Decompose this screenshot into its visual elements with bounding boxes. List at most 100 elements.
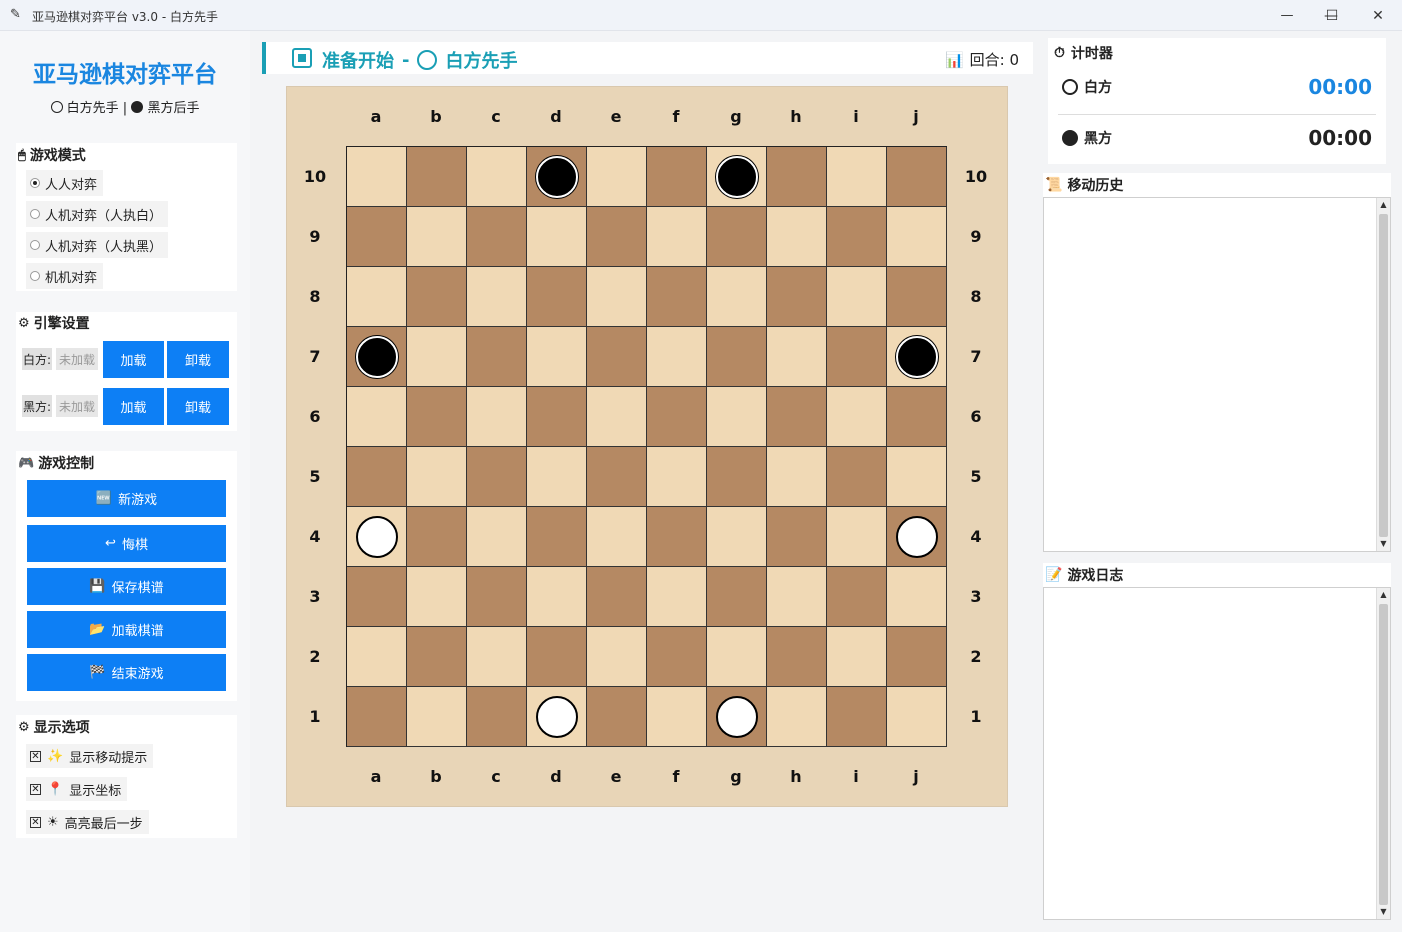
scroll-down-icon[interactable]: ▼ xyxy=(1377,905,1390,919)
board-square-f3[interactable] xyxy=(647,567,707,627)
board-square-h6[interactable] xyxy=(767,387,827,447)
board-square-c10[interactable] xyxy=(467,147,527,207)
option-show-hints[interactable]: ✕ ✨ 显示移动提示 xyxy=(26,744,154,768)
board-square-a5[interactable] xyxy=(347,447,407,507)
board-square-c9[interactable] xyxy=(467,207,527,267)
board-square-f1[interactable] xyxy=(647,687,707,747)
board-square-g3[interactable] xyxy=(707,567,767,627)
board-square-i6[interactable] xyxy=(827,387,887,447)
board-square-c8[interactable] xyxy=(467,267,527,327)
board-square-i10[interactable] xyxy=(827,147,887,207)
white-amazon-piece[interactable] xyxy=(896,516,938,558)
board-square-a9[interactable] xyxy=(347,207,407,267)
board-square-b9[interactable] xyxy=(407,207,467,267)
board-square-e6[interactable] xyxy=(587,387,647,447)
board-square-h9[interactable] xyxy=(767,207,827,267)
board-square-g2[interactable] xyxy=(707,627,767,687)
board-square-j6[interactable] xyxy=(887,387,947,447)
board-square-d9[interactable] xyxy=(527,207,587,267)
radio-eve[interactable] xyxy=(30,271,40,281)
option-highlight-last[interactable]: ✕ ☀ 高亮最后一步 xyxy=(26,810,149,834)
history-scrollbar[interactable]: ▲ ▼ xyxy=(1376,198,1390,551)
board-square-f5[interactable] xyxy=(647,447,707,507)
board-square-h10[interactable] xyxy=(767,147,827,207)
board-square-c1[interactable] xyxy=(467,687,527,747)
log-scrollbar[interactable]: ▲ ▼ xyxy=(1376,588,1390,919)
board-grid[interactable] xyxy=(346,146,947,747)
log-box[interactable]: ▲ ▼ xyxy=(1043,587,1391,920)
white-amazon-piece[interactable] xyxy=(716,696,758,738)
board-square-f7[interactable] xyxy=(647,327,707,387)
mode-option-pve-white[interactable]: 人机对弈（人执白） xyxy=(26,201,169,227)
board-square-d4[interactable] xyxy=(527,507,587,567)
board-square-b10[interactable] xyxy=(407,147,467,207)
checkbox-highlight-last[interactable]: ✕ xyxy=(30,816,41,828)
board-square-c3[interactable] xyxy=(467,567,527,627)
mode-option-pvp[interactable]: 人人对弈 xyxy=(26,170,104,196)
board-square-e8[interactable] xyxy=(587,267,647,327)
history-scroll-thumb[interactable] xyxy=(1379,214,1388,537)
black-amazon-piece[interactable] xyxy=(356,336,398,378)
board-square-f8[interactable] xyxy=(647,267,707,327)
board-square-i8[interactable] xyxy=(827,267,887,327)
board-square-g7[interactable] xyxy=(707,327,767,387)
board-square-j3[interactable] xyxy=(887,567,947,627)
board-square-a8[interactable] xyxy=(347,267,407,327)
board-square-c4[interactable] xyxy=(467,507,527,567)
board-square-e1[interactable] xyxy=(587,687,647,747)
history-box[interactable]: ▲ ▼ xyxy=(1043,197,1391,552)
board-square-d3[interactable] xyxy=(527,567,587,627)
checkbox-show-hints[interactable]: ✕ xyxy=(30,750,41,762)
scroll-up-icon[interactable]: ▲ xyxy=(1377,198,1390,212)
board-square-c5[interactable] xyxy=(467,447,527,507)
board-square-i4[interactable] xyxy=(827,507,887,567)
board-square-f2[interactable] xyxy=(647,627,707,687)
mode-option-pve-black[interactable]: 人机对弈（人执黑） xyxy=(26,232,169,258)
board-square-c6[interactable] xyxy=(467,387,527,447)
black-amazon-piece[interactable] xyxy=(536,156,578,198)
radio-pvp[interactable] xyxy=(30,178,40,188)
board-square-e10[interactable] xyxy=(587,147,647,207)
black-amazon-piece[interactable] xyxy=(896,336,938,378)
board-square-e9[interactable] xyxy=(587,207,647,267)
board-square-a10[interactable] xyxy=(347,147,407,207)
board-square-a6[interactable] xyxy=(347,387,407,447)
board-square-g6[interactable] xyxy=(707,387,767,447)
board-square-g8[interactable] xyxy=(707,267,767,327)
board-square-d5[interactable] xyxy=(527,447,587,507)
board-square-d6[interactable] xyxy=(527,387,587,447)
board-square-b7[interactable] xyxy=(407,327,467,387)
board-square-e5[interactable] xyxy=(587,447,647,507)
board-square-a3[interactable] xyxy=(347,567,407,627)
board-square-i9[interactable] xyxy=(827,207,887,267)
scroll-down-icon[interactable]: ▼ xyxy=(1377,537,1390,551)
board-square-h7[interactable] xyxy=(767,327,827,387)
board-square-h2[interactable] xyxy=(767,627,827,687)
black-amazon-piece[interactable] xyxy=(716,156,758,198)
load-record-button[interactable]: 📂 加载棋谱 xyxy=(27,611,226,648)
board-square-a1[interactable] xyxy=(347,687,407,747)
board-square-j2[interactable] xyxy=(887,627,947,687)
radio-pve-black[interactable] xyxy=(30,240,40,250)
board-square-h4[interactable] xyxy=(767,507,827,567)
board-square-g5[interactable] xyxy=(707,447,767,507)
board-square-d2[interactable] xyxy=(527,627,587,687)
board-square-j5[interactable] xyxy=(887,447,947,507)
white-amazon-piece[interactable] xyxy=(356,516,398,558)
save-record-button[interactable]: 💾 保存棋谱 xyxy=(27,568,226,605)
board-square-e3[interactable] xyxy=(587,567,647,627)
board-square-j1[interactable] xyxy=(887,687,947,747)
engine-white-load-button[interactable]: 加载 xyxy=(103,341,164,378)
board-square-j9[interactable] xyxy=(887,207,947,267)
board-square-b5[interactable] xyxy=(407,447,467,507)
board-square-c7[interactable] xyxy=(467,327,527,387)
board-square-h3[interactable] xyxy=(767,567,827,627)
log-scroll-thumb[interactable] xyxy=(1379,604,1388,905)
board-square-b6[interactable] xyxy=(407,387,467,447)
radio-pve-white[interactable] xyxy=(30,209,40,219)
new-game-button[interactable]: 🆕 新游戏 xyxy=(27,480,226,517)
board-square-e2[interactable] xyxy=(587,627,647,687)
board-square-j10[interactable] xyxy=(887,147,947,207)
maximize-button[interactable]: ☐ xyxy=(1309,0,1355,31)
board-square-j8[interactable] xyxy=(887,267,947,327)
